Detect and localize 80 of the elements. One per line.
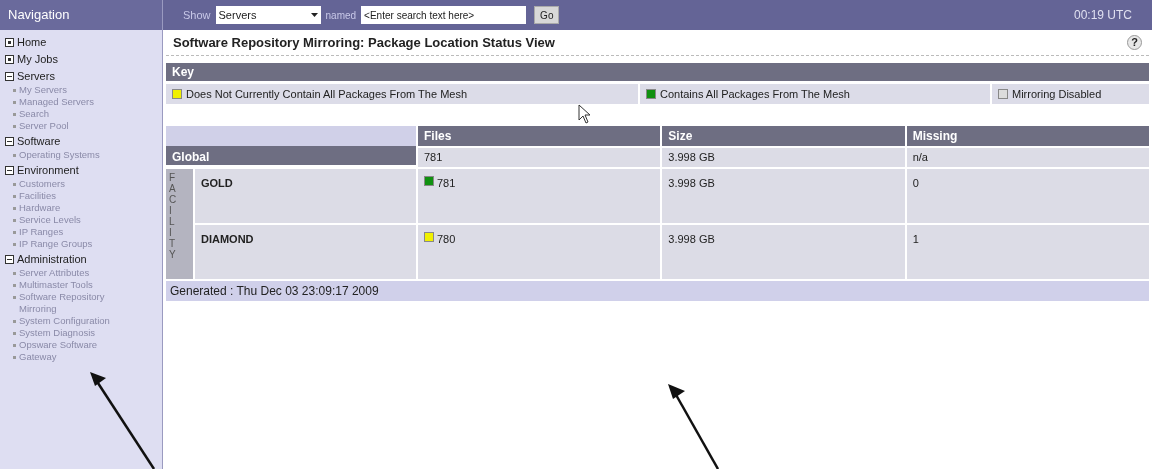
collapse-icon[interactable]: [5, 137, 14, 146]
bullet-icon: [13, 125, 16, 128]
column-header: Files: [418, 126, 661, 146]
bullet-icon: [13, 154, 16, 157]
facility-label: FACILITY: [169, 172, 177, 262]
bullet-icon: [13, 344, 16, 347]
bullet-icon: [13, 332, 16, 335]
bullet-box-icon: [5, 55, 14, 64]
key-label: Mirroring Disabled: [1012, 86, 1102, 102]
sidebar-title: Navigation: [0, 0, 162, 30]
table-cell: 3.998 GB: [662, 225, 905, 279]
nav-link[interactable]: Multimaster Tools: [19, 279, 131, 291]
generated-footer: Generated : Thu Dec 03 23:09:17 2009: [166, 281, 1149, 301]
mouse-cursor-icon: [578, 104, 592, 124]
bullet-icon: [13, 320, 16, 323]
table-cell: 3.998 GB: [662, 148, 905, 167]
bullet-icon: [13, 296, 16, 299]
nav-link[interactable]: Software Repository Mirroring: [19, 291, 131, 315]
nav-link[interactable]: Search: [19, 108, 131, 120]
column-header: Missing: [906, 126, 1149, 146]
table-cell: 781: [418, 148, 661, 167]
bullet-icon: [13, 219, 16, 222]
nav-link[interactable]: Operating Systems: [19, 149, 131, 161]
nav-link[interactable]: Service Levels: [19, 214, 131, 226]
nav-section[interactable]: Administration: [17, 251, 87, 268]
nav-link[interactable]: Facilities: [19, 190, 131, 202]
nav-section[interactable]: My Jobs: [17, 51, 58, 68]
nav-link[interactable]: Managed Servers: [19, 96, 131, 108]
bullet-icon: [13, 356, 16, 359]
nav-section[interactable]: Environment: [17, 162, 79, 179]
nav-link[interactable]: Hardware: [19, 202, 131, 214]
table-cell: 0: [906, 169, 1149, 223]
nav-link[interactable]: System Configuration: [19, 315, 131, 327]
nav-link[interactable]: IP Ranges: [19, 226, 131, 238]
bullet-icon: [13, 231, 16, 234]
bullet-icon: [13, 243, 16, 246]
bullet-icon: [13, 207, 16, 210]
bullet-icon: [13, 284, 16, 287]
collapse-icon[interactable]: [5, 166, 14, 175]
collapse-icon[interactable]: [5, 72, 14, 81]
caret-icon: [310, 13, 318, 17]
page-title: Software Repository Mirroring: Package Location Status View: [173, 33, 555, 52]
help-icon[interactable]: ?: [1127, 35, 1142, 50]
bullet-icon: [13, 195, 16, 198]
key-header: Key: [166, 63, 1149, 81]
table-cell: 3.998 GB: [662, 169, 905, 223]
table-cell-text: 781: [437, 176, 456, 191]
key-label: Does Not Currently Contain All Packages From The Mesh: [186, 86, 468, 102]
nav-link[interactable]: Server Pool: [19, 120, 131, 132]
nav-link[interactable]: IP Range Groups: [19, 238, 131, 250]
table-cell: 1: [906, 225, 1149, 279]
go-button[interactable]: Go: [534, 6, 560, 24]
show-label: Show: [183, 7, 211, 23]
column-header: Size: [662, 126, 905, 146]
bullet-box-icon: [5, 38, 14, 47]
row-header: Global: [166, 146, 416, 165]
facility-name: DIAMOND: [195, 225, 416, 279]
named-label: named: [325, 8, 357, 23]
table-cell-text: 780: [437, 232, 456, 247]
bullet-icon: [13, 183, 16, 186]
nav-link[interactable]: Opsware Software: [19, 339, 131, 351]
show-dropdown[interactable]: Servers: [215, 6, 321, 24]
key-label: Contains All Packages From The Mesh: [660, 86, 850, 102]
nav-section[interactable]: Servers: [17, 68, 55, 85]
bullet-icon: [13, 113, 16, 116]
nav-link[interactable]: Gateway: [19, 351, 131, 363]
bullet-icon: [13, 89, 16, 92]
nav-link[interactable]: Server Attributes: [19, 267, 131, 279]
facility-name: GOLD: [195, 169, 416, 223]
bullet-icon: [13, 272, 16, 275]
bullet-icon: [13, 101, 16, 104]
nav-section[interactable]: Software: [17, 133, 61, 150]
table-cell: n/a: [906, 148, 1149, 167]
clock: 00:19 UTC: [1073, 7, 1132, 24]
nav-section[interactable]: Home: [17, 34, 47, 51]
nav-link[interactable]: Customers: [19, 178, 131, 190]
nav-link[interactable]: System Diagnosis: [19, 327, 131, 339]
search-field[interactable]: <Enter search text here>: [361, 6, 527, 24]
nav-link[interactable]: My Servers: [19, 84, 131, 96]
collapse-icon[interactable]: [5, 255, 14, 264]
